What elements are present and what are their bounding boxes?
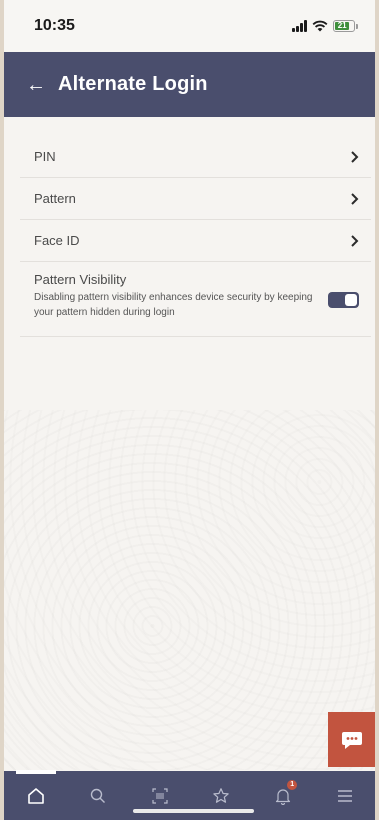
settings-item-label: Pattern (34, 191, 76, 206)
page-title: Alternate Login (58, 73, 208, 95)
nav-search[interactable] (78, 776, 118, 816)
home-icon (28, 787, 44, 804)
search-icon (90, 788, 105, 803)
status-icons: 21 (292, 20, 358, 32)
settings-list: PIN Pattern Face ID Pattern Visibility D… (20, 136, 371, 337)
wifi-icon (312, 20, 328, 32)
pattern-visibility-row: Pattern Visibility Disabling pattern vis… (20, 262, 371, 337)
pattern-visibility-text: Pattern Visibility Disabling pattern vis… (34, 272, 314, 320)
status-bar: 10:35 21 (4, 0, 375, 52)
chevron-right-icon (351, 150, 359, 163)
settings-item-pattern[interactable]: Pattern (20, 178, 371, 220)
app-header: ← Alternate Login (4, 52, 375, 117)
arrow-left-icon[interactable]: ← (26, 75, 46, 95)
app-screen: 10:35 21 ← Alternate Login PIN Pattern F… (4, 0, 375, 820)
nav-home[interactable] (16, 769, 56, 816)
star-icon (213, 787, 230, 803)
home-indicator (133, 809, 254, 813)
settings-item-face-id[interactable]: Face ID (20, 220, 371, 262)
chevron-right-icon (351, 192, 359, 205)
toggle-knob (345, 294, 357, 306)
settings-item-label: Face ID (34, 233, 80, 248)
settings-item-label: PIN (34, 149, 56, 164)
nav-menu[interactable] (325, 776, 365, 816)
frame-edge (375, 0, 379, 820)
battery-level: 21 (335, 22, 350, 30)
barcode-scan-icon (151, 787, 168, 804)
chat-icon (341, 731, 362, 749)
hamburger-menu-icon (337, 789, 352, 802)
chevron-right-icon (351, 234, 359, 247)
nav-notifications[interactable]: 1 (263, 776, 303, 816)
pattern-visibility-toggle[interactable] (328, 292, 359, 308)
settings-item-pin[interactable]: PIN (20, 136, 371, 178)
pattern-visibility-description: Disabling pattern visibility enhances de… (34, 292, 313, 318)
status-time: 10:35 (34, 17, 75, 34)
notification-badge: 1 (287, 779, 298, 790)
signal-icon (292, 20, 307, 32)
chat-button[interactable] (328, 712, 375, 767)
background-pattern (4, 410, 375, 770)
battery-icon: 21 (333, 20, 358, 32)
pattern-visibility-title: Pattern Visibility (34, 272, 127, 287)
